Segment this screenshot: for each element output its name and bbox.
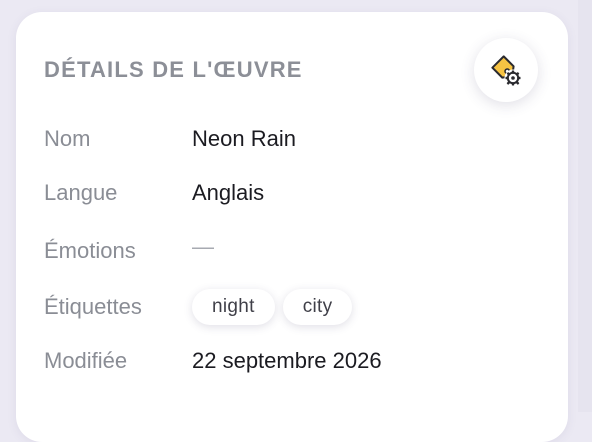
modified-label: Modifiée xyxy=(44,348,128,373)
emotions-value: — xyxy=(192,234,214,259)
section-title: DÉTAILS DE L'ŒUVRE xyxy=(44,57,303,82)
language-label: Langue xyxy=(44,180,118,205)
tag-chip-city[interactable]: city xyxy=(282,289,353,325)
name-value: Neon Rain xyxy=(192,126,296,151)
manage-tags-button[interactable] xyxy=(474,38,538,102)
tag-gear-icon xyxy=(486,50,526,90)
detail-row-tags: Étiquettes night city xyxy=(44,289,353,325)
detail-row-emotions: Émotions — xyxy=(44,234,214,267)
tag-list: night city xyxy=(192,289,353,325)
tags-label: Étiquettes xyxy=(44,294,142,319)
name-label: Nom xyxy=(44,126,91,151)
language-value: Anglais xyxy=(192,180,265,205)
detail-row-modified: Modifiée 22 septembre 2026 xyxy=(44,345,382,377)
scrollbar-track xyxy=(578,0,592,412)
modified-value: 22 septembre 2026 xyxy=(192,348,382,373)
detail-row-name: Nom Neon Rain xyxy=(44,123,296,155)
artwork-details-card: DÉTAILS DE L'ŒUVRE Nom Neon Rain Langue … xyxy=(16,12,568,442)
emotions-label: Émotions xyxy=(44,238,136,263)
detail-row-language: Langue Anglais xyxy=(44,177,264,209)
tag-chip-night[interactable]: night xyxy=(192,289,275,325)
